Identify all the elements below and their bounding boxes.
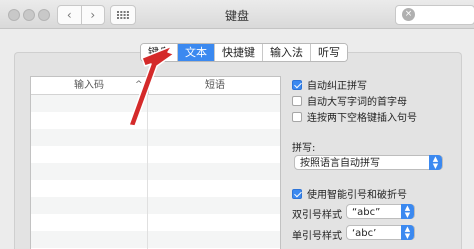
clear-search-icon[interactable]: ×	[402, 8, 415, 21]
period-checkbox[interactable]	[292, 111, 302, 122]
table-row[interactable]	[31, 163, 280, 180]
autocorrect-option[interactable]: 自动纠正拼写	[292, 77, 367, 92]
smart-quotes-label: 使用智能引号和破折号	[307, 190, 407, 201]
tab-input-sources[interactable]: 输入法	[262, 44, 310, 61]
chevron-updown-icon: ▲ ▼	[429, 155, 442, 170]
tab-dictation[interactable]: 听写	[310, 44, 347, 61]
single-quote-popup[interactable]: ‘abc’ ▲ ▼	[346, 225, 415, 240]
autocorrect-label: 自动纠正拼写	[307, 81, 367, 92]
autocorrect-checkbox[interactable]	[292, 79, 302, 90]
search-field[interactable]: ×	[395, 5, 474, 25]
table-header: 输入码 ^ 短语	[31, 77, 280, 95]
tab-shortcuts[interactable]: 快捷键	[214, 44, 262, 61]
period-label: 连按两下空格键插入句号	[307, 113, 417, 124]
spelling-label: 拼写:	[292, 143, 316, 154]
spelling-value: 按照语言自动拼写	[300, 158, 380, 169]
column-header-input[interactable]: 输入码	[31, 77, 147, 94]
tab-bar: 键盘 文本 快捷键 输入法 听写	[140, 43, 348, 62]
capitalize-option[interactable]: 自动大写字词的首字母	[292, 93, 407, 108]
smart-quotes-checkbox[interactable]	[292, 188, 302, 199]
table-row[interactable]	[31, 214, 280, 231]
double-quote-value: “abc”	[352, 207, 381, 218]
chevron-updown-icon: ▲ ▼	[401, 204, 414, 219]
table-row[interactable]	[31, 112, 280, 129]
tab-text[interactable]: 文本	[177, 44, 214, 61]
single-quote-label: 单引号样式	[292, 231, 342, 242]
capitalize-label: 自动大写字词的首字母	[307, 97, 407, 108]
text-replacement-table[interactable]: 输入码 ^ 短语	[30, 76, 281, 249]
chevron-updown-icon: ▲ ▼	[401, 225, 414, 240]
table-row[interactable]	[31, 231, 280, 248]
table-row[interactable]	[31, 95, 280, 112]
capitalize-checkbox[interactable]	[292, 95, 302, 106]
table-row[interactable]	[31, 129, 280, 146]
sort-ascending-icon: ^	[135, 80, 143, 90]
double-quote-popup[interactable]: “abc” ▲ ▼	[346, 204, 415, 219]
single-quote-value: ‘abc’	[352, 228, 377, 239]
column-header-phrase[interactable]: 短语	[148, 77, 281, 94]
table-row[interactable]	[31, 197, 280, 214]
double-quote-label: 双引号样式	[292, 210, 342, 221]
table-row[interactable]	[31, 180, 280, 197]
table-row[interactable]	[31, 146, 280, 163]
column-divider	[147, 94, 148, 249]
title-bar: ‹ › 键盘 ×	[0, 0, 474, 29]
tab-keyboard[interactable]: 键盘	[141, 44, 177, 61]
spelling-popup[interactable]: 按照语言自动拼写 ▲ ▼	[294, 155, 443, 170]
period-option[interactable]: 连按两下空格键插入句号	[292, 109, 417, 124]
smart-quotes-option[interactable]: 使用智能引号和破折号	[292, 186, 407, 201]
